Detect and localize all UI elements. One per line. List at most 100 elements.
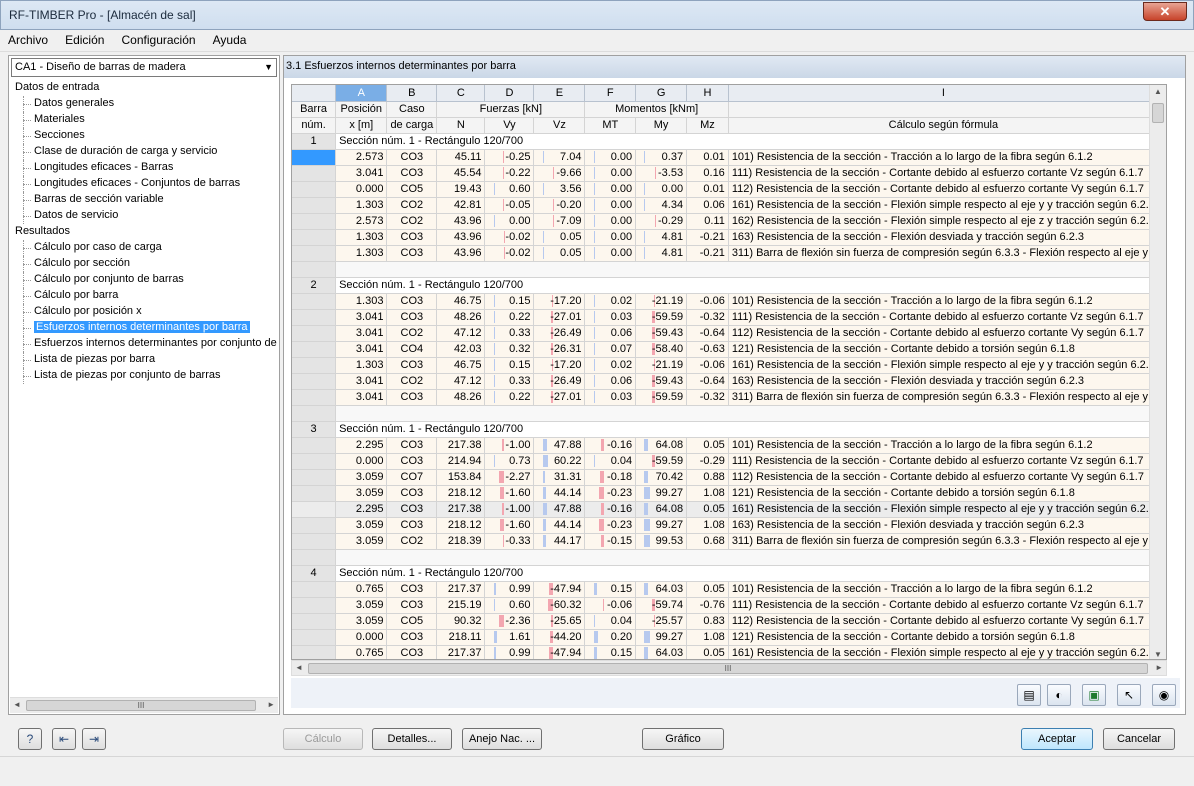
table-cell[interactable]: -0.02	[484, 245, 535, 262]
table-cell[interactable]: -0.02	[484, 229, 535, 246]
column-letter[interactable]: A	[335, 85, 388, 102]
table-cell[interactable]: 161) Resistencia de la sección - Flexión…	[728, 501, 1160, 518]
table-cell[interactable]: -1.00	[484, 501, 535, 518]
table-cell[interactable]: 2.295	[335, 501, 388, 518]
row-header[interactable]	[292, 197, 337, 214]
table-cell[interactable]: 3.041	[335, 165, 388, 182]
table-cell[interactable]: 0.06	[584, 325, 637, 342]
table-cell[interactable]: CO3	[386, 581, 438, 598]
table-cell[interactable]: 217.38	[436, 437, 486, 454]
table-cell[interactable]: 218.11	[436, 629, 486, 646]
row-header[interactable]	[292, 293, 337, 310]
table-cell[interactable]: 99.27	[635, 485, 688, 502]
help-icon[interactable]: ?	[18, 728, 42, 750]
table-cell[interactable]: 44.14	[533, 485, 586, 502]
table-cell[interactable]: 2.295	[335, 437, 388, 454]
table-row[interactable]: 3.041 CO2 47.12 0.33 -26.49 0.06 -59.43 -0.64 16…	[292, 373, 1166, 390]
table-cell[interactable]: 0.765	[335, 645, 388, 659]
tree-item[interactable]: Longitudes eficaces - Barras	[9, 160, 279, 176]
table-cell[interactable]: 121) Resistencia de la sección - Cortant…	[728, 629, 1160, 646]
table-cell[interactable]: 101) Resistencia de la sección - Tracció…	[728, 437, 1160, 454]
table-cell[interactable]: -0.21	[686, 229, 729, 246]
tree-item[interactable]: Barras de sección variable	[9, 192, 279, 208]
table-cell[interactable]: 311) Barra de flexión sin fuerza de comp…	[728, 533, 1160, 550]
table-cell[interactable]: 0.16	[686, 165, 729, 182]
table-cell[interactable]: -17.20	[533, 357, 586, 374]
table-cell[interactable]: 0.00	[584, 165, 637, 182]
tree-item[interactable]: Esfuerzos internos determinantes por con…	[9, 336, 279, 352]
table-cell[interactable]: 217.38	[436, 501, 486, 518]
table-cell[interactable]: 112) Resistencia de la sección - Cortant…	[728, 613, 1160, 630]
table-cell[interactable]: 45.11	[436, 149, 486, 166]
column-letter[interactable]: G	[635, 85, 688, 102]
tree-item[interactable]: Cálculo por posición x	[9, 304, 279, 320]
tree-item[interactable]: Datos de servicio	[9, 208, 279, 224]
table-cell[interactable]: -9.66	[533, 165, 586, 182]
table-cell[interactable]: CO2	[386, 197, 438, 214]
table-cell[interactable]: 90.32	[436, 613, 486, 630]
table-row[interactable]: 3.041 CO2 47.12 0.33 -26.49 0.06 -59.43 -0.64 11…	[292, 325, 1166, 342]
menu-archivo[interactable]: Archivo	[0, 30, 54, 47]
table-cell[interactable]: CO3	[386, 437, 438, 454]
table-cell[interactable]: 112) Resistencia de la sección - Cortant…	[728, 181, 1160, 198]
table-cell[interactable]: 0.02	[584, 293, 637, 310]
ok-button[interactable]: Aceptar	[1021, 728, 1093, 750]
row-header[interactable]	[292, 325, 337, 342]
national-annex-button[interactable]: Anejo Nac. ...	[462, 728, 542, 750]
row-header[interactable]	[292, 309, 337, 326]
table-row[interactable]: 3.059 CO3 218.12 -1.60 44.14 -0.23 99.27 1.08 16…	[292, 517, 1166, 534]
table-cell[interactable]: 218.39	[436, 533, 486, 550]
table-cell[interactable]: 64.03	[635, 581, 688, 598]
row-header[interactable]	[292, 405, 337, 422]
table-cell[interactable]: 60.22	[533, 453, 586, 470]
row-header[interactable]	[292, 597, 337, 614]
table-cell[interactable]: -0.76	[686, 597, 729, 614]
table-cell[interactable]: 311) Barra de flexión sin fuerza de comp…	[728, 389, 1160, 406]
table-row[interactable]: 0.765 CO3 217.37 0.99 -47.94 0.15 64.03 0.05 161…	[292, 645, 1166, 659]
excel-export-icon[interactable]: ▣	[1082, 684, 1106, 706]
table-cell[interactable]: -59.43	[635, 325, 688, 342]
table-row[interactable]: 2.295 CO3 217.38 -1.00 47.88 -0.16 64.08 0.05 10…	[292, 437, 1166, 454]
column-letter[interactable]: E	[533, 85, 586, 102]
table-cell[interactable]: 1.303	[335, 357, 388, 374]
table-cell[interactable]: 2.573	[335, 213, 388, 230]
table-cell[interactable]: -47.94	[533, 645, 586, 659]
table-cell[interactable]: CO3	[386, 293, 438, 310]
tree-item[interactable]: Cálculo por sección	[9, 256, 279, 272]
table-cell[interactable]: 1.303	[335, 197, 388, 214]
table-cell[interactable]: -0.16	[584, 501, 637, 518]
table-cell[interactable]: 112) Resistencia de la sección - Cortant…	[728, 469, 1160, 486]
column-letter[interactable]: C	[436, 85, 486, 102]
row-header[interactable]	[292, 517, 337, 534]
table-cell[interactable]: -7.09	[533, 213, 586, 230]
table-cell[interactable]: 218.12	[436, 485, 486, 502]
table-cell[interactable]: 1.08	[686, 629, 729, 646]
table-cell[interactable]: -0.06	[686, 357, 729, 374]
table-cell[interactable]: 121) Resistencia de la sección - Cortant…	[728, 341, 1160, 358]
table-cell[interactable]: 64.08	[635, 437, 688, 454]
member-number[interactable]: 2	[292, 277, 337, 294]
dropdown-arrow-icon[interactable]: ▼	[264, 59, 273, 76]
table-cell[interactable]: 0.03	[584, 389, 637, 406]
table-cell[interactable]: -58.40	[635, 341, 688, 358]
table-cell[interactable]: 161) Resistencia de la sección - Flexión…	[728, 357, 1160, 374]
table-cell[interactable]: 0.06	[686, 197, 729, 214]
table-cell[interactable]: 0.02	[584, 357, 637, 374]
table-cell[interactable]: 47.12	[436, 373, 486, 390]
table-cell[interactable]: CO3	[386, 629, 438, 646]
row-header[interactable]	[292, 357, 337, 374]
table-cell[interactable]: 0.05	[533, 245, 586, 262]
table-cell[interactable]: CO3	[386, 229, 438, 246]
row-header[interactable]	[292, 453, 337, 470]
table-cell[interactable]: 0.33	[484, 373, 535, 390]
table-cell[interactable]: CO4	[386, 341, 438, 358]
table-cell[interactable]: -0.05	[484, 197, 535, 214]
table-row[interactable]: 3.041 CO4 42.03 0.32 -26.31 0.07 -58.40 -0.63 12…	[292, 341, 1166, 358]
table-cell[interactable]: 0.06	[584, 373, 637, 390]
graphics-button[interactable]: Gráfico	[642, 728, 724, 750]
table-vertical-scrollbar[interactable]: ▲ ▼	[1149, 85, 1166, 659]
table-cell[interactable]: 161) Resistencia de la sección - Flexión…	[728, 197, 1160, 214]
table-cell[interactable]: 0.15	[584, 645, 637, 659]
member-number[interactable]: 4	[292, 565, 337, 582]
table-cell[interactable]: 48.26	[436, 389, 486, 406]
